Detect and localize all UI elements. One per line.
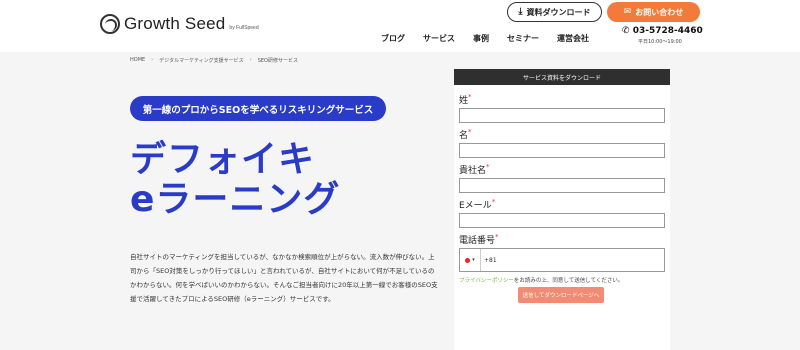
required-mark: *: [468, 93, 472, 101]
hero-description: 自社サイトのマーケティングを担当しているが、なかなか検索順位が上がらない。流入数…: [130, 253, 438, 303]
breadcrumb-digital-marketing[interactable]: デジタルマーケティング支援サービス: [159, 57, 244, 64]
phone-icon: ✆: [622, 26, 630, 36]
privacy-text: をお読みの上、同意して送信してください。: [513, 278, 624, 284]
form-header: サービス資料をダウンロード: [454, 69, 670, 85]
nav-item-service[interactable]: サービス: [423, 33, 455, 44]
email-label: Eメール*: [459, 198, 495, 211]
last-name-label-text: 姓: [459, 96, 469, 106]
email-input[interactable]: [459, 213, 665, 228]
required-mark: *: [486, 163, 490, 171]
download-icon: ⤓: [518, 7, 523, 17]
breadcrumb: HOME › デジタルマーケティング支援サービス › SEO研修サービス: [130, 57, 298, 64]
hero-tagline-badge: 第一線のプロからSEOを学べるリスキリングサービス: [130, 96, 386, 121]
breadcrumb-current: SEO研修サービス: [257, 58, 298, 64]
submit-button[interactable]: 送信してダウンロードページへ: [518, 287, 604, 303]
hero-title-line2: eラーニング: [130, 179, 341, 220]
last-name-input[interactable]: [459, 108, 665, 123]
required-mark: *: [491, 198, 496, 206]
site-header: Growth Seed by FullSpeed ⤓ 資料ダウンロード ✉ お問…: [0, 0, 800, 52]
last-name-label: 姓*: [459, 93, 472, 106]
business-hours: 平日10:00〜19:00: [638, 39, 682, 45]
logo[interactable]: Growth Seed by FullSpeed: [100, 14, 259, 34]
nav-item-seminar[interactable]: セミナー: [507, 33, 539, 44]
download-button[interactable]: ⤓ 資料ダウンロード: [507, 2, 602, 22]
logo-text: Growth Seed: [124, 14, 226, 33]
breadcrumb-separator-icon: ›: [151, 57, 154, 63]
company-input[interactable]: [459, 178, 665, 193]
nav-item-cases[interactable]: 事例: [473, 33, 489, 44]
dial-code: +81: [484, 256, 497, 264]
required-mark: *: [468, 128, 472, 136]
first-name-input[interactable]: [459, 143, 665, 158]
hero-title-line1: デフォイキ: [130, 139, 316, 180]
breadcrumb-home[interactable]: HOME: [130, 57, 145, 64]
phone-label: 電話番号*: [459, 233, 499, 246]
logo-byline: by FullSpeed: [229, 25, 259, 31]
email-label-text: Eメール: [459, 201, 492, 211]
phone-number[interactable]: ✆ 03-5728-4460: [622, 26, 703, 36]
contact-button[interactable]: ✉ お問い合わせ: [607, 2, 700, 22]
phone-input[interactable]: ▾ +81: [459, 248, 665, 272]
required-mark: *: [495, 233, 499, 241]
breadcrumb-separator-icon: ›: [249, 57, 252, 63]
first-name-label: 名*: [459, 128, 472, 141]
phone-label-text: 電話番号: [459, 236, 496, 246]
download-label: 資料ダウンロード: [526, 7, 591, 17]
japan-flag-icon: [465, 257, 471, 263]
company-label: 貴社名*: [459, 163, 490, 176]
chevron-down-icon: ▾: [472, 257, 475, 263]
nav-item-blog[interactable]: ブログ: [381, 33, 405, 44]
phone-text: 03-5728-4460: [632, 26, 703, 36]
seed-logo-icon: [100, 14, 120, 34]
privacy-policy-link[interactable]: プライバシーポリシー: [459, 278, 514, 284]
privacy-notice: プライバシーポリシーをお読みの上、同意して送信してください。: [459, 276, 623, 284]
country-select[interactable]: ▾: [460, 249, 481, 271]
contact-label: お問い合わせ: [635, 7, 684, 17]
first-name-label-text: 名: [459, 131, 469, 141]
nav-item-company[interactable]: 運営会社: [557, 33, 589, 44]
mail-icon: ✉: [623, 7, 632, 17]
main-nav: ブログ サービス 事例 セミナー 運営会社: [381, 33, 607, 44]
hero-title: デフォイキ eラーニング: [130, 140, 340, 220]
company-label-text: 貴社名: [459, 166, 487, 176]
